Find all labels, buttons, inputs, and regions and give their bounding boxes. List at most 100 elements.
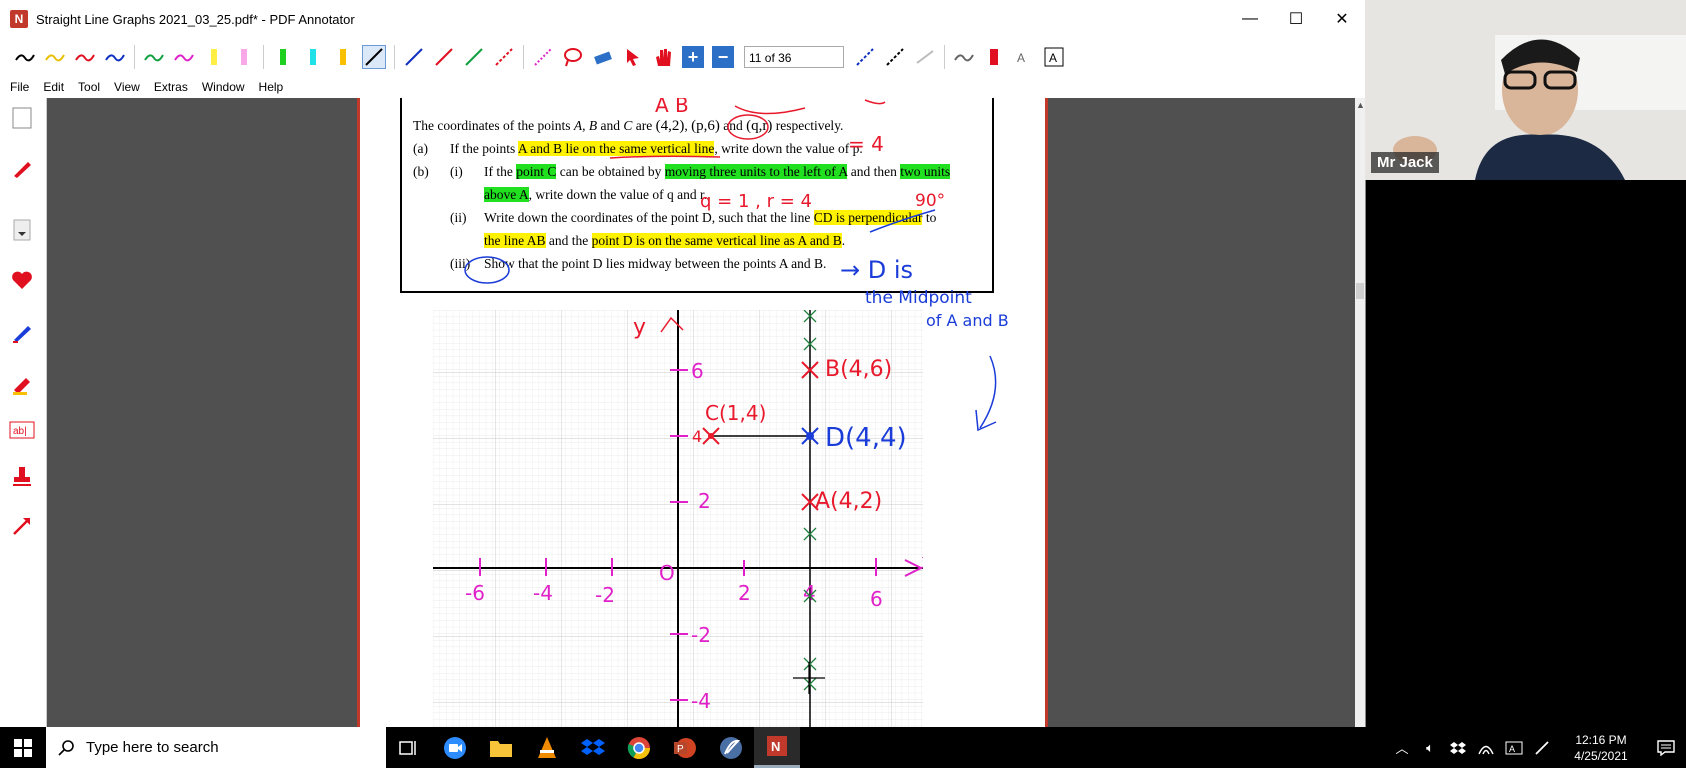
svg-text:A: A (1509, 744, 1515, 754)
x-tick-neg6: -6 (465, 581, 485, 605)
minimize-button[interactable]: — (1227, 0, 1273, 38)
network-icon[interactable] (1472, 727, 1500, 768)
zoom-app-icon[interactable] (432, 727, 478, 768)
file-explorer-icon[interactable] (478, 727, 524, 768)
point-a-label: A(4,2) (815, 489, 882, 514)
text-label-icon[interactable]: ab| (8, 416, 36, 444)
line-black-dashed-icon[interactable] (884, 46, 906, 68)
dropbox-icon[interactable] (570, 727, 616, 768)
page-indicator[interactable]: 11 of 36 (744, 46, 844, 68)
menu-extras[interactable]: Extras (154, 80, 188, 94)
zoom-in-button[interactable]: + (682, 46, 704, 68)
pdf-annotator-task-icon[interactable]: N (754, 727, 800, 768)
toolbar-separator (523, 45, 524, 69)
app-feather-icon[interactable] (708, 727, 754, 768)
text-tool-icon[interactable]: A (1013, 46, 1035, 68)
webcam-video: Mr Jack (1365, 0, 1686, 180)
scroll-up-icon[interactable]: ▲ (1356, 100, 1365, 110)
coordinate-grid: -6 -4 -2 2 4 6 6 2 -2 -4 O x y (433, 310, 923, 727)
line-green-icon[interactable] (463, 46, 485, 68)
lasso-dashed-icon[interactable] (532, 46, 554, 68)
vlc-icon[interactable] (524, 727, 570, 768)
blue-pen-icon[interactable] (8, 318, 36, 346)
pen-gray-icon[interactable] (953, 46, 975, 68)
lasso-icon[interactable] (562, 46, 584, 68)
blank-page-icon[interactable] (8, 104, 36, 132)
line-gray-icon[interactable] (914, 46, 936, 68)
pen-black-icon[interactable] (14, 46, 36, 68)
scroll-thumb[interactable] (1356, 283, 1364, 299)
favorite-heart-icon[interactable] (8, 266, 36, 294)
volume-icon[interactable]: 🔈︎ (1416, 727, 1444, 768)
zoom-out-button[interactable]: − (712, 46, 734, 68)
pen-blue-icon[interactable] (104, 46, 126, 68)
svg-text:A: A (1049, 51, 1057, 65)
toolbar-separator (134, 45, 135, 69)
pen-tray-icon[interactable] (1528, 727, 1556, 768)
window-controls: — ☐ ✕ (1227, 0, 1365, 38)
menu-bar: File Edit Tool View Extras Window Help (0, 76, 1365, 99)
arrow-tool-icon[interactable] (8, 512, 36, 540)
webcam-name-label: Mr Jack (1371, 152, 1439, 173)
start-button[interactable] (0, 727, 46, 768)
vertical-scrollbar[interactable]: ▲ (1355, 98, 1365, 727)
highlighter-orange-icon[interactable] (332, 46, 354, 68)
pen-red-icon[interactable] (74, 46, 96, 68)
tray-chevron-up-icon[interactable]: ︿ (1388, 727, 1416, 768)
line-black-icon[interactable] (362, 45, 386, 69)
y-axis-label: y (633, 315, 646, 340)
document-viewport[interactable]: The coordinates of the points A, B and C… (47, 98, 1355, 727)
point-c-label: C(1,4) (705, 401, 766, 425)
line-red-icon[interactable] (433, 46, 455, 68)
eraser-icon[interactable] (592, 46, 614, 68)
stamp-red-icon[interactable] (983, 46, 1005, 68)
powerpoint-icon[interactable]: P (662, 727, 708, 768)
y-tick-6: 6 (691, 359, 704, 383)
red-pen-icon[interactable] (8, 154, 36, 182)
origin-label: O (659, 561, 675, 585)
task-view-icon[interactable] (386, 727, 432, 768)
input-method-icon[interactable]: A (1500, 727, 1528, 768)
highlighter-yellow-icon[interactable] (203, 46, 225, 68)
pen-yellow-icon[interactable] (44, 46, 66, 68)
line-blue-dashed-icon[interactable] (854, 46, 876, 68)
scroll-down-icon[interactable] (8, 216, 36, 244)
line-red-dashed-icon[interactable] (493, 46, 515, 68)
menu-view[interactable]: View (114, 80, 140, 94)
y-tick-2: 2 (698, 489, 711, 513)
highlighter-pink-icon[interactable] (233, 46, 255, 68)
stamp-icon[interactable] (8, 462, 36, 490)
pdf-annotator-logo-icon: N (10, 10, 28, 28)
question-annotations: A B = 4 q = 1 , r = 4 90° → D is the Mid… (464, 98, 972, 308)
pdf-page[interactable]: The coordinates of the points A, B and C… (357, 98, 1048, 727)
window-title: Straight Line Graphs 2021_03_25.pdf* - P… (36, 11, 355, 27)
close-button[interactable]: ✕ (1319, 0, 1365, 38)
taskbar-search-box[interactable]: Type here to search (46, 727, 386, 768)
select-arrow-icon[interactable] (622, 46, 644, 68)
notifications-icon[interactable] (1646, 727, 1686, 768)
pen-magenta-icon[interactable] (173, 46, 195, 68)
highlighter-icon[interactable] (8, 370, 36, 398)
taskbar-clock[interactable]: 12:16 PM 4/25/2021 (1556, 732, 1646, 764)
menu-window[interactable]: Window (202, 80, 245, 94)
x-tick-neg4: -4 (533, 581, 553, 605)
maximize-button[interactable]: ☐ (1273, 0, 1319, 38)
toolbar-separator (944, 45, 945, 69)
text-box-icon[interactable]: A (1043, 46, 1065, 68)
menu-tool[interactable]: Tool (78, 80, 100, 94)
highlighter-cyan-icon[interactable] (302, 46, 324, 68)
hand-pan-icon[interactable] (652, 46, 674, 68)
title-bar: N Straight Line Graphs 2021_03_25.pdf* -… (0, 0, 1365, 38)
angle-annotation: 90° (915, 191, 945, 211)
svg-text:N: N (771, 739, 780, 754)
dropbox-tray-icon[interactable] (1444, 727, 1472, 768)
highlighter-green-icon[interactable] (272, 46, 294, 68)
toolbar-separator (263, 45, 264, 69)
line-blue-icon[interactable] (403, 46, 425, 68)
menu-edit[interactable]: Edit (43, 80, 64, 94)
x-tick-2: 2 (738, 581, 751, 605)
menu-file[interactable]: File (10, 80, 29, 94)
menu-help[interactable]: Help (259, 80, 284, 94)
chrome-icon[interactable] (616, 727, 662, 768)
pen-green-icon[interactable] (143, 46, 165, 68)
